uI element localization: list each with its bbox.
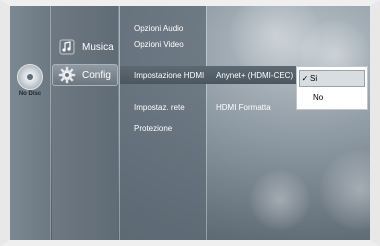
gear-icon (58, 66, 76, 84)
setup-item-impostazione-hdmi[interactable]: Impostazione HDMI (134, 71, 204, 80)
column-divider (119, 6, 120, 240)
anynet-options-popup: ✓ Si No (296, 66, 368, 110)
option-label: No (313, 93, 324, 102)
setup-item-protezione[interactable]: Protezione (134, 124, 172, 133)
option-no[interactable]: No (299, 89, 365, 106)
setup-item-opzioni-audio[interactable]: Opzioni Audio (134, 24, 183, 33)
main-menu-item-config[interactable]: Config (58, 66, 111, 84)
disc-status-label: No Disc (18, 91, 42, 97)
checkmark-icon: ✓ (301, 74, 309, 83)
disc-status: No Disc (14, 64, 46, 100)
music-note-icon (58, 38, 76, 56)
setup-screen: No Disc Musica Config Opzioni Audio Opzi… (0, 0, 380, 246)
option-si[interactable]: ✓ Si (299, 70, 365, 87)
setup-item-impostaz-rete[interactable]: Impostaz. rete (134, 103, 185, 112)
column-divider (206, 6, 207, 240)
option-label: Si (310, 74, 318, 83)
main-menu-label: Musica (82, 41, 114, 53)
hdmi-item-anynet[interactable]: Anynet+ (HDMI-CEC) (216, 71, 293, 80)
hdmi-item-formatta[interactable]: HDMI Formatta (216, 103, 271, 112)
disc-icon (17, 64, 43, 90)
main-menu-item-musica[interactable]: Musica (58, 38, 114, 56)
background-bokeh (320, 150, 380, 230)
column-divider (50, 6, 51, 240)
main-menu-label: Config (82, 69, 111, 81)
disc-column (10, 6, 50, 240)
setup-item-opzioni-video[interactable]: Opzioni Video (134, 40, 184, 49)
background-bokeh (250, 170, 310, 230)
